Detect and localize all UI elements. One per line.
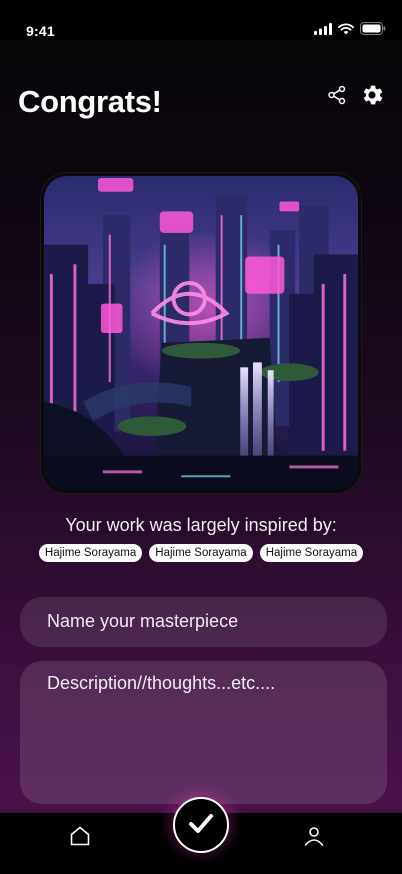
gear-icon	[359, 82, 385, 113]
artist-chip[interactable]: Hajime Sorayama	[149, 544, 253, 562]
share-button[interactable]	[324, 84, 350, 110]
settings-button[interactable]	[359, 84, 385, 110]
check-icon	[185, 807, 217, 844]
home-icon	[68, 824, 92, 853]
wifi-icon	[338, 22, 354, 40]
artist-chip[interactable]: Hajime Sorayama	[259, 544, 364, 562]
inspiration-label: Your work was largely inspired by:	[65, 515, 337, 535]
status-icons	[314, 22, 386, 40]
artist-chip[interactable]: Hajime Sorayama	[38, 544, 143, 562]
user-icon	[302, 824, 326, 853]
congrats-screen: 9:41 Congrats! Your work was largely ins…	[0, 0, 402, 874]
confirm-button[interactable]	[173, 797, 229, 853]
generated-artwork	[41, 173, 361, 493]
share-icon	[327, 85, 347, 110]
artist-chips: Hajime Sorayama Hajime Sorayama Hajime S…	[0, 544, 402, 562]
status-bar: 9:41	[0, 0, 402, 40]
battery-icon	[360, 22, 386, 40]
name-input[interactable]: Name your masterpiece	[20, 597, 387, 647]
profile-button[interactable]	[299, 823, 329, 853]
signal-icon	[314, 22, 332, 40]
page-title: Congrats!	[18, 84, 162, 119]
home-button[interactable]	[65, 823, 95, 853]
status-time: 9:41	[26, 23, 55, 39]
